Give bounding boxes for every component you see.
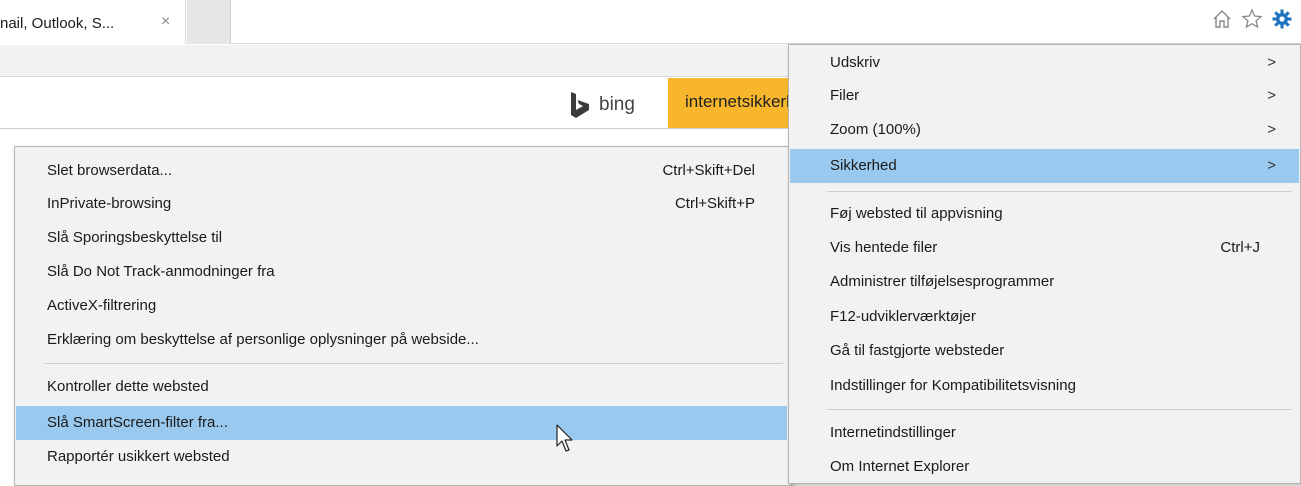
menu-item-file[interactable]: Filer >: [789, 80, 1300, 112]
menu-item-smartscreen-filter[interactable]: Slå SmartScreen-filter fra...: [16, 406, 787, 440]
menu-item-f12-developer-tools[interactable]: F12-udviklerværktøjer: [789, 301, 1300, 333]
menu-item-check-website[interactable]: Kontroller dette websted: [15, 371, 791, 403]
menu-item-security[interactable]: Sikkerhed >: [790, 149, 1299, 183]
menu-item-add-site-to-apps[interactable]: Føj websted til appvisning: [789, 198, 1300, 230]
menu-item-pinned-sites[interactable]: Gå til fastgjorte websteder: [789, 335, 1300, 367]
toolbar-icons: [1211, 8, 1293, 30]
menu-item-view-downloads[interactable]: Vis hentede filer Ctrl+J: [789, 232, 1300, 264]
mouse-pointer-icon: [556, 424, 573, 452]
favorites-star-icon[interactable]: [1241, 8, 1263, 30]
chevron-right-icon: >: [1267, 54, 1276, 71]
menu-item-zoom[interactable]: Zoom (100%) >: [789, 114, 1300, 146]
security-submenu: Slet browserdata... Ctrl+Skift+Del InPri…: [14, 146, 792, 486]
home-icon[interactable]: [1211, 8, 1233, 30]
menu-item-inprivate-browsing[interactable]: InPrivate-browsing Ctrl+Skift+P: [15, 188, 791, 220]
chevron-right-icon: >: [1267, 121, 1276, 138]
menu-item-privacy-statement[interactable]: Erklæring om beskyttelse af personlige o…: [15, 324, 791, 356]
bing-b-icon: [571, 92, 589, 118]
new-tab-button[interactable]: [187, 0, 231, 44]
chevron-right-icon: >: [1267, 87, 1276, 104]
menu-separator: [45, 363, 783, 364]
menu-item-delete-browsing-data[interactable]: Slet browserdata... Ctrl+Skift+Del: [15, 155, 791, 187]
chevron-right-icon: >: [1267, 157, 1276, 174]
menu-separator: [827, 409, 1292, 410]
tab-strip: nail, Outlook, S... ×: [0, 0, 1301, 44]
menu-item-about-internet-explorer[interactable]: Om Internet Explorer: [789, 451, 1300, 483]
bing-search-tag[interactable]: internetsikkerhed: [668, 78, 798, 128]
menu-item-print[interactable]: Udskriv >: [789, 47, 1300, 79]
menu-item-internet-options[interactable]: Internetindstillinger: [789, 417, 1300, 449]
settings-gear-icon[interactable]: [1271, 8, 1293, 30]
menu-separator: [827, 191, 1292, 192]
menu-item-report-unsafe-website[interactable]: Rapportér usikkert websted: [15, 441, 791, 473]
bing-logo: bing: [569, 91, 635, 119]
menu-item-do-not-track[interactable]: Slå Do Not Track-anmodninger fra: [15, 256, 791, 288]
menu-item-manage-addons[interactable]: Administrer tilføjelsesprogrammer: [789, 266, 1300, 298]
tab-title: nail, Outlook, S...: [0, 15, 115, 32]
menu-item-compatibility-view-settings[interactable]: Indstillinger for Kompatibilitetsvisning: [789, 370, 1300, 402]
menu-item-tracking-protection[interactable]: Slå Sporingsbeskyttelse til: [15, 222, 791, 254]
close-tab-icon[interactable]: ×: [161, 13, 170, 31]
menu-item-activex-filtering[interactable]: ActiveX-filtrering: [15, 290, 791, 322]
browser-tab[interactable]: nail, Outlook, S... ×: [0, 0, 186, 44]
bing-wordmark: bing: [599, 94, 635, 115]
tools-menu: Udskriv > Filer > Zoom (100%) > Sikkerhe…: [788, 44, 1301, 484]
